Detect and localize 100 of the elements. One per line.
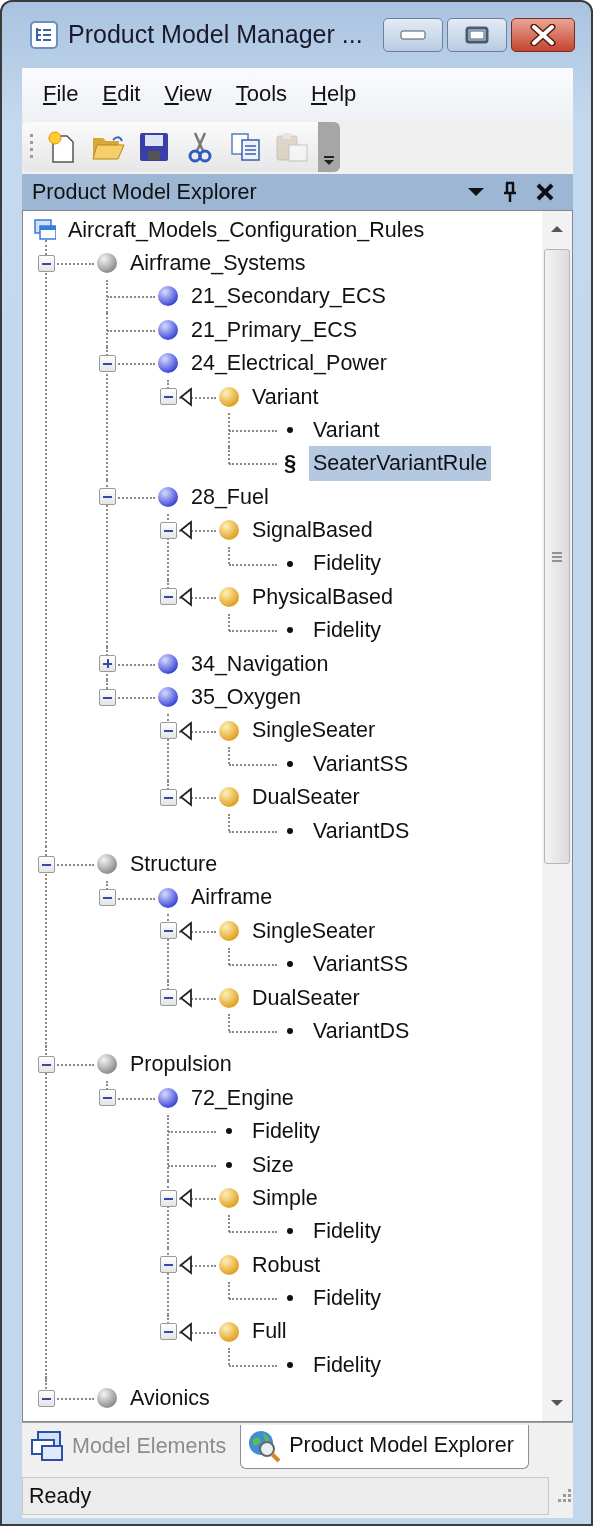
close-icon: [529, 24, 556, 46]
tree-item[interactable]: DualSeater: [248, 780, 364, 815]
toolbar-overflow-button[interactable]: [318, 122, 340, 172]
tree-item[interactable]: Fidelity: [309, 1281, 386, 1316]
tree-item[interactable]: 21_Primary_ECS: [187, 312, 362, 347]
menu-item[interactable]: Tools: [224, 74, 299, 112]
minimize-button[interactable]: [382, 18, 443, 52]
sphere-icon: [96, 1053, 118, 1076]
sphere-icon: [218, 586, 240, 608]
sphere-icon: [218, 786, 240, 809]
collapse-toggle[interactable]: [159, 1256, 177, 1274]
collapse-toggle[interactable]: [159, 989, 177, 1007]
tree-item[interactable]: Simple: [248, 1180, 322, 1216]
tree-item[interactable]: Propulsion: [126, 1047, 236, 1082]
tree-item[interactable]: Fidelity: [309, 1214, 386, 1249]
bullet-icon: [226, 1128, 232, 1135]
collapse-toggle[interactable]: [37, 855, 55, 873]
collapse-toggle[interactable]: [37, 254, 55, 272]
tree-item[interactable]: Airframe_Systems: [126, 245, 310, 281]
tree-item[interactable]: Fidelity: [309, 1347, 386, 1383]
size-grip-icon[interactable]: [555, 1487, 573, 1505]
collapse-toggle[interactable]: [98, 1089, 116, 1107]
scrollbar-thumb[interactable]: [544, 249, 570, 864]
tree-item[interactable]: Variant: [248, 379, 323, 414]
sphere-icon: [218, 1187, 240, 1209]
tree-item[interactable]: Aircraft_Models_Configuration_Rules: [64, 212, 429, 247]
pin-icon: [501, 181, 519, 203]
tree-item[interactable]: Structure: [126, 847, 222, 882]
sphere-icon: [218, 1253, 240, 1276]
tree-item[interactable]: Full: [248, 1314, 291, 1349]
tree-item[interactable]: Robust: [248, 1247, 325, 1282]
maximize-button[interactable]: [446, 18, 507, 52]
windows-icon: [30, 1430, 64, 1462]
tree-item[interactable]: 28_Fuel: [187, 479, 273, 514]
bullet-icon: [287, 1228, 293, 1235]
tree-item[interactable]: 24_Electrical_Power: [187, 346, 391, 381]
tree-item[interactable]: Fidelity: [248, 1114, 325, 1149]
collapse-toggle[interactable]: [159, 521, 177, 539]
collapse-toggle[interactable]: [159, 922, 177, 940]
app-icon: [30, 21, 58, 49]
section-sign: §: [283, 452, 297, 475]
tree-item[interactable]: 72_Engine: [187, 1080, 298, 1115]
tree-item[interactable]: DualSeater: [248, 980, 364, 1015]
tree-item[interactable]: 34_Navigation: [187, 646, 333, 681]
tab[interactable]: Product Model Explorer: [240, 1425, 529, 1469]
tree-item[interactable]: Fidelity: [309, 613, 386, 648]
collapse-toggle[interactable]: [159, 588, 177, 606]
tree-item[interactable]: 35_Oxygen: [187, 680, 305, 715]
tree-item[interactable]: VariantDS: [309, 813, 414, 848]
tree-item[interactable]: Airframe: [187, 880, 277, 915]
tree-item[interactable]: VariantSS: [309, 746, 413, 782]
close-button[interactable]: [510, 18, 575, 52]
collapse-toggle[interactable]: [159, 1323, 177, 1341]
menu-item[interactable]: Help: [300, 74, 368, 112]
tree-item[interactable]: SingleSeater: [248, 913, 380, 949]
tree-item[interactable]: Size: [248, 1147, 298, 1182]
bullet-icon: [287, 760, 293, 767]
collapse-toggle[interactable]: [159, 722, 177, 740]
sphere-icon: [157, 285, 179, 308]
panel-title: Product Model Explorer: [32, 178, 258, 206]
bullet-icon: [287, 827, 293, 834]
collapse-toggle[interactable]: [98, 354, 116, 372]
collapse-toggle[interactable]: [159, 1189, 177, 1207]
menu-item[interactable]: View: [153, 74, 223, 112]
collapse-toggle[interactable]: [37, 1055, 55, 1073]
collapse-toggle[interactable]: [98, 889, 116, 906]
collapse-toggle[interactable]: [159, 788, 177, 806]
collapse-toggle[interactable]: [98, 688, 116, 706]
dropdown-icon: [467, 187, 485, 197]
triangle-icon: [178, 587, 194, 607]
bullet-icon: [287, 961, 293, 968]
tree-item[interactable]: SeaterVariantRule: [309, 446, 492, 481]
window-title: Product Model Manager ...: [68, 19, 363, 51]
tree-item[interactable]: Avionics: [126, 1381, 214, 1416]
tree-item[interactable]: 21_Secondary_ECS: [187, 279, 390, 314]
bullet-icon: [287, 560, 293, 567]
sphere-icon: [157, 686, 179, 709]
bullet-icon: [287, 1361, 293, 1368]
collapse-toggle[interactable]: [98, 488, 116, 506]
expand-toggle[interactable]: [98, 655, 116, 673]
tree-item[interactable]: Fidelity: [309, 546, 386, 581]
bullet-icon: [226, 1161, 232, 1168]
scrollbar[interactable]: [542, 211, 572, 1421]
status-text: Ready: [22, 1477, 549, 1515]
tree-item[interactable]: SignalBased: [248, 513, 377, 548]
sphere-icon: [157, 318, 179, 341]
menu-item[interactable]: File: [32, 74, 90, 112]
triangle-icon: [178, 987, 194, 1008]
bullet-icon: [287, 427, 293, 434]
collapse-toggle[interactable]: [37, 1389, 55, 1407]
sphere-icon: [218, 719, 240, 742]
tree-item[interactable]: VariantDS: [309, 1013, 414, 1049]
collapse-toggle[interactable]: [159, 388, 177, 406]
menu-item[interactable]: Edit: [91, 74, 152, 112]
tree-item[interactable]: VariantSS: [309, 947, 413, 982]
tree-item[interactable]: SingleSeater: [248, 713, 380, 748]
sphere-icon: [157, 485, 179, 508]
maximize-icon: [464, 26, 489, 44]
tree-item[interactable]: Variant: [309, 412, 384, 448]
tree-item[interactable]: PhysicalBased: [248, 579, 398, 615]
